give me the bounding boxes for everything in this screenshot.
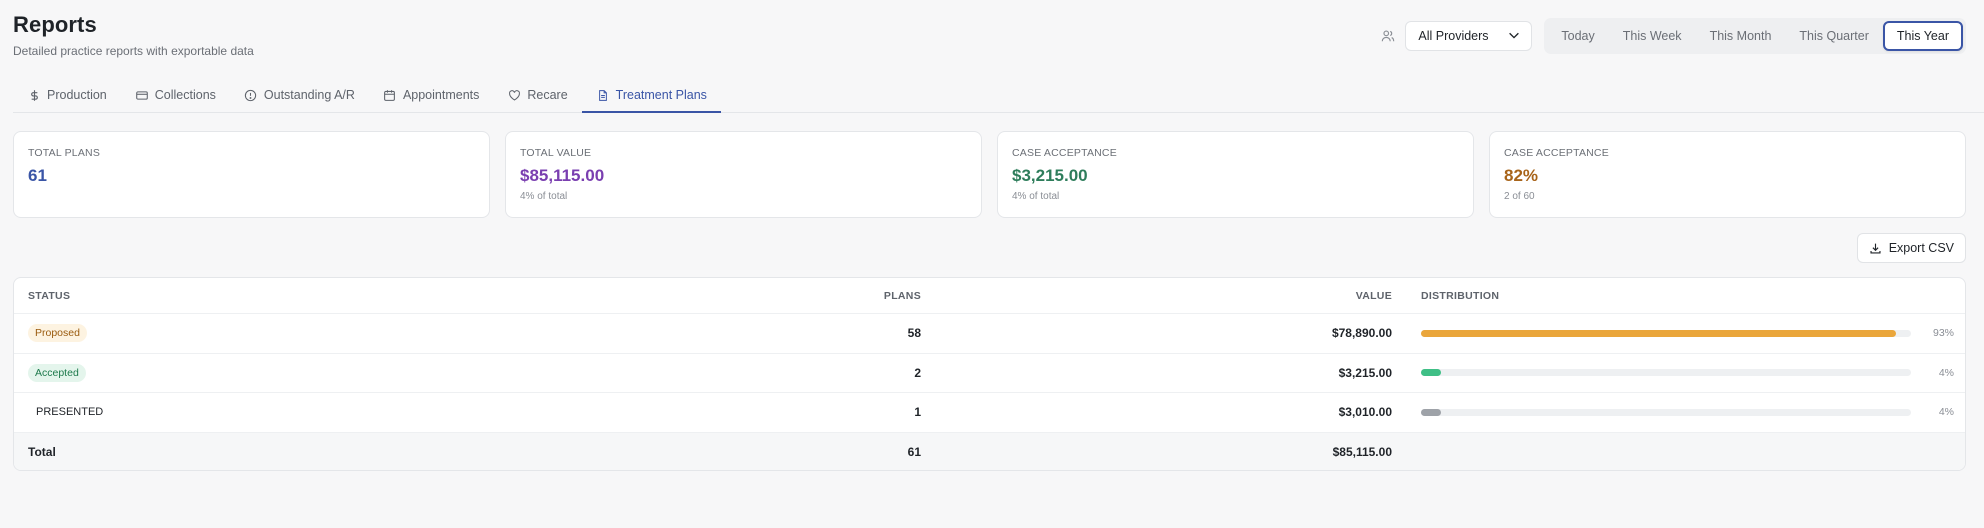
kpi-value: $85,115.00 [520,166,605,185]
tab-appointments[interactable]: Appointments [369,79,493,113]
tab-label: Treatment Plans [615,88,707,102]
page-subtitle: Detailed practice reports with exportabl… [13,44,254,58]
page-title: Reports [13,12,97,37]
kpi-value: $3,215.00 [1012,166,1088,185]
tab-label: Recare [527,88,568,102]
plans-value: $78,890.00 [1331,326,1392,341]
page-header: Reports Detailed practice reports with e… [13,12,254,58]
dollar-icon [27,88,41,102]
kpi-label: CASE ACCEPTANCE [1504,147,1609,159]
kpi-value: 61 [28,166,47,185]
tab-label: Appointments [402,88,480,102]
report-controls: All Providers Today This Week This Month… [1379,18,1966,54]
document-icon [596,88,610,102]
kpi-card-total-value: TOTAL VALUE $85,115.00 4% of total [505,131,982,218]
distribution-bar [1421,369,1911,377]
distribution-percent: 4% [1938,406,1954,419]
tab-treatment-plans[interactable]: Treatment Plans [581,79,721,113]
kpi-label: TOTAL VALUE [520,147,592,159]
tab-production[interactable]: Production [13,79,121,113]
distribution-bar-fill [1421,408,1441,416]
tab-label: Collections [154,88,216,102]
download-icon [1869,241,1883,255]
distribution-bar-fill [1421,369,1441,377]
heart-icon [507,88,521,102]
kpi-card-case-acceptance-rate: CASE ACCEPTANCE 82% 2 of 60 [1489,131,1966,218]
period-this-month[interactable]: This Month [1696,21,1786,51]
column-header-distribution: DISTRIBUTION [1421,289,1500,302]
calendar-icon [383,88,397,102]
tab-label: Outstanding A/R [263,88,355,102]
kpi-cards: TOTAL PLANS 61 TOTAL VALUE $85,115.00 4%… [13,131,1966,218]
plans-value: $3,215.00 [1338,365,1392,380]
users-icon [1379,27,1397,45]
plans-value: $3,010.00 [1338,405,1392,420]
report-tabs: Production Collections Outstanding A/R A… [13,79,1984,113]
treatment-plans-table: STATUS PLANS VALUE DISTRIBUTION Proposed… [13,277,1966,471]
tab-collections[interactable]: Collections [121,79,230,113]
kpi-label: TOTAL PLANS [28,147,101,159]
table-row: Proposed 58 $78,890.00 93% [14,314,1965,354]
tab-label: Production [47,88,107,102]
kpi-card-total-plans: TOTAL PLANS 61 [13,131,490,218]
chevron-down-icon [1507,28,1521,45]
total-value: $85,115.00 [1332,445,1392,459]
kpi-subtext: 4% of total [520,191,568,202]
column-header-value: VALUE [1355,289,1392,302]
period-today[interactable]: Today [1547,21,1608,51]
distribution-bar [1421,329,1911,337]
kpi-subtext: 2 of 60 [1504,191,1535,202]
table-header-row: STATUS PLANS VALUE DISTRIBUTION [14,278,1965,314]
kpi-card-case-acceptance-value: CASE ACCEPTANCE $3,215.00 4% of total [997,131,1474,218]
distribution-percent: 4% [1938,366,1954,379]
distribution-bar-fill [1421,329,1897,337]
kpi-value: 82% [1504,166,1539,185]
period-this-year[interactable]: This Year [1882,21,1963,51]
distribution-bar [1421,408,1911,416]
distribution-percent: 93% [1932,327,1954,340]
period-selector: Today This Week This Month This Quarter … [1544,18,1966,54]
table-row: PRESENTED 1 $3,010.00 4% [14,393,1965,433]
provider-select[interactable]: All Providers [1405,21,1533,51]
export-csv-button[interactable]: Export CSV [1856,233,1966,263]
kpi-subtext: 4% of total [1012,191,1060,202]
kpi-label: CASE ACCEPTANCE [1012,147,1117,159]
table-total-row: Total 61 $85,115.00 [14,432,1965,470]
period-this-quarter[interactable]: This Quarter [1785,21,1882,51]
table-row: Accepted 2 $3,215.00 4% [14,354,1965,393]
credit-card-icon [135,88,149,102]
provider-select-value: All Providers [1418,29,1489,43]
export-csv-label: Export CSV [1888,241,1954,255]
tab-outstanding-ar[interactable]: Outstanding A/R [230,79,369,113]
alert-circle-icon [244,88,258,102]
tab-recare[interactable]: Recare [493,79,581,113]
period-this-week[interactable]: This Week [1609,21,1696,51]
